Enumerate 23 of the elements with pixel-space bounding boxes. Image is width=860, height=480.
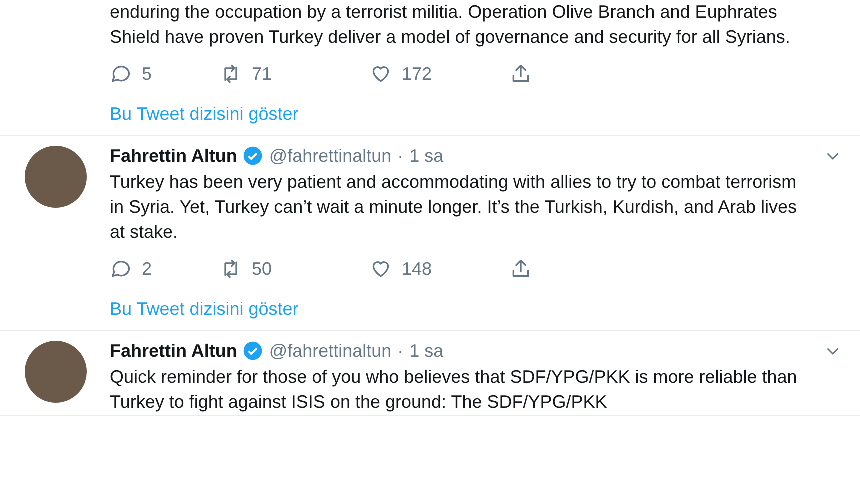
like-count: 172 xyxy=(402,64,432,84)
tweet-time[interactable]: 1 sa xyxy=(410,146,444,166)
author-handle[interactable]: @fahrettinaltun xyxy=(269,340,392,362)
share-icon[interactable] xyxy=(510,258,532,280)
reply-icon[interactable] xyxy=(110,63,132,85)
show-thread-link[interactable]: Bu Tweet dizisini göster xyxy=(110,98,299,135)
share-icon[interactable] xyxy=(510,63,532,85)
reply-count: 2 xyxy=(142,258,152,280)
tweet-text: Turkey has been very patient and accommodating with allies to try to combat terrorism in Syria. Yet, Turkey can’t wait a minute longer. It’s the Turkish, Kurdish, and Arab lives at stake. xyxy=(110,171,798,244)
retweet-count: 71 xyxy=(252,64,272,84)
tweet-time[interactable]: 1 sa xyxy=(410,340,444,362)
author-handle[interactable]: @fahrettinaltun xyxy=(269,146,392,166)
reply-count: 5 xyxy=(142,64,152,84)
separator-dot: · xyxy=(398,340,404,362)
author-name[interactable]: Fahrettin Altun xyxy=(110,146,238,166)
tweet-text: Quick reminder for those of you who believes that SDF/YPG/PKK is more reliable than Turkey to fight against ISIS on the ground: The SDF/YPG/PKK xyxy=(110,366,798,414)
retweet-count: 50 xyxy=(252,258,272,280)
author-name[interactable]: Fahrettin Altun xyxy=(110,340,238,362)
like-count: 148 xyxy=(402,258,432,280)
separator-dot: · xyxy=(398,146,404,166)
tweet-text: enduring the occupation by a terrorist militia. Operation Olive Branch and Euphrates Shield have proven Turkey deliver a model of governance and security for all Syrians. xyxy=(110,1,792,49)
reply-icon[interactable] xyxy=(110,258,132,280)
show-thread-link[interactable]: Bu Tweet dizisini göster xyxy=(110,293,299,330)
